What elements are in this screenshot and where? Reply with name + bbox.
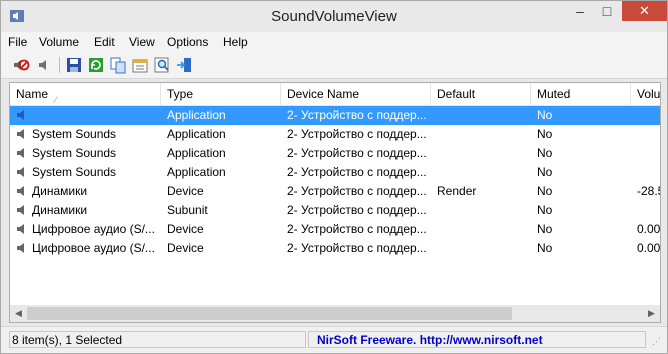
cell-muted: No	[537, 165, 553, 179]
menu-help[interactable]: Help	[223, 35, 248, 49]
cell-type: Application	[167, 108, 226, 122]
column-header-name[interactable]: Name ⁄	[10, 83, 161, 105]
column-header-volume[interactable]: Volu	[631, 83, 660, 105]
cell-volume	[631, 163, 660, 182]
cell-name: Цифровое аудио (S/...	[32, 222, 155, 236]
menu-view[interactable]: View	[129, 35, 155, 49]
column-header-muted[interactable]: Muted	[531, 83, 631, 105]
close-button[interactable]: ✕	[622, 1, 667, 21]
cell-volume	[631, 144, 660, 163]
cell-device-name: 2- Устройство с поддер...	[287, 165, 427, 179]
cell-muted: No	[537, 108, 553, 122]
cell-volume: -28.5	[637, 184, 660, 198]
save-icon[interactable]	[65, 56, 83, 74]
cell-device-name: 2- Устройство с поддер...	[287, 184, 427, 198]
column-header-default[interactable]: Default	[431, 83, 531, 105]
cell-device-name: 2- Устройство с поддер...	[287, 203, 427, 217]
title-bar[interactable]: SoundVolumeView – □ ✕	[1, 1, 667, 32]
cell-default	[431, 106, 531, 125]
cell-volume: 0.00	[637, 241, 660, 255]
menu-edit[interactable]: Edit	[94, 35, 115, 49]
horizontal-scrollbar[interactable]: ◀ ▶	[10, 305, 660, 322]
cell-default	[431, 239, 531, 258]
cell-device-name: 2- Устройство с поддер...	[287, 241, 427, 255]
cell-type: Application	[167, 127, 226, 141]
column-header-type[interactable]: Type	[161, 83, 281, 105]
menu-bar: File Volume Edit View Options Help	[1, 32, 667, 52]
cell-default	[431, 125, 531, 144]
cell-type: Device	[167, 241, 204, 255]
cell-muted: No	[537, 146, 553, 160]
scrollbar-thumb[interactable]	[27, 307, 512, 320]
cell-muted: No	[537, 203, 553, 217]
table-row[interactable]: System Sounds Application 2- Устройство с …	[10, 125, 660, 144]
resize-grip-icon[interactable]: ⋰	[652, 336, 664, 350]
cell-default	[431, 220, 531, 239]
cell-device-name: 2- Устройство с поддер...	[287, 146, 427, 160]
scroll-right-icon[interactable]: ▶	[643, 305, 660, 322]
table-row[interactable]: Application 2- Устройство с поддер... No	[10, 106, 660, 125]
cell-muted: No	[537, 127, 553, 141]
cell-device-name: 2- Устройство с поддер...	[287, 108, 427, 122]
table-row[interactable]: Динамики Subunit 2- Устройство с поддер...…	[10, 201, 660, 220]
cell-name: System Sounds	[32, 165, 117, 179]
cell-muted: No	[537, 222, 553, 236]
refresh-icon[interactable]	[87, 56, 105, 74]
cell-name: System Sounds	[32, 146, 117, 160]
table-row[interactable]: Цифровое аудио (S/... Device 2- Устройство…	[10, 239, 660, 258]
minimize-button[interactable]: –	[567, 1, 593, 21]
device-list[interactable]: Name ⁄ Type Device Name Default Muted Vo…	[9, 82, 661, 323]
cell-name: Динамики	[32, 184, 88, 198]
column-header-label: Name	[16, 87, 49, 101]
maximize-button[interactable]: □	[594, 1, 620, 21]
properties-icon[interactable]	[131, 56, 149, 74]
sort-indicator-icon: ⁄	[55, 95, 57, 105]
cell-type: Application	[167, 165, 226, 179]
cell-name	[26, 106, 161, 125]
copy-icon[interactable]	[109, 56, 127, 74]
cell-default	[431, 144, 531, 163]
cell-volume	[631, 125, 660, 144]
cell-type: Application	[167, 146, 226, 160]
cell-default: Render	[437, 184, 477, 198]
table-row[interactable]: Цифровое аудио (S/... Device 2- Устройство…	[10, 220, 660, 239]
menu-options[interactable]: Options	[167, 35, 208, 49]
cell-volume	[631, 201, 660, 220]
table-row[interactable]: Динамики Device 2- Устройство с поддер... R…	[10, 182, 660, 201]
cell-device-name: 2- Устройство с поддер...	[287, 127, 427, 141]
toolbar-separator	[59, 57, 60, 73]
status-bar: 8 item(s), 1 Selected NirSoft Freeware. …	[1, 326, 667, 353]
cell-name: Цифровое аудио (S/...	[32, 241, 155, 255]
cell-default	[431, 163, 531, 182]
table-row[interactable]: System Sounds Application 2- Устройство с …	[10, 144, 660, 163]
mute-speaker-icon[interactable]	[12, 56, 30, 74]
cell-type: Device	[167, 222, 204, 236]
status-item-count: 8 item(s), 1 Selected	[9, 331, 306, 348]
exit-icon[interactable]	[175, 56, 193, 74]
cell-name: Динамики	[32, 203, 88, 217]
cell-volume: 0.00	[637, 222, 660, 236]
cell-default	[431, 201, 531, 220]
find-icon[interactable]	[153, 56, 171, 74]
menu-volume[interactable]: Volume	[39, 35, 79, 49]
column-header-device-name[interactable]: Device Name	[281, 83, 431, 105]
toolbar	[1, 52, 667, 79]
speaker-icon[interactable]	[35, 56, 53, 74]
cell-muted: No	[537, 241, 553, 255]
list-header: Name ⁄ Type Device Name Default Muted Vo…	[10, 83, 660, 106]
nirsoft-link[interactable]: NirSoft Freeware. http://www.nirsoft.net	[308, 331, 646, 348]
scroll-left-icon[interactable]: ◀	[10, 305, 27, 322]
menu-file[interactable]: File	[8, 35, 27, 49]
cell-type: Subunit	[167, 203, 208, 217]
cell-volume	[631, 106, 660, 125]
cell-muted: No	[537, 184, 553, 198]
cell-name: System Sounds	[32, 127, 117, 141]
app-window: SoundVolumeView – □ ✕ File Volume Edit V…	[0, 0, 668, 354]
table-row[interactable]: System Sounds Application 2- Устройство с …	[10, 163, 660, 182]
cell-type: Device	[167, 184, 204, 198]
cell-device-name: 2- Устройство с поддер...	[287, 222, 427, 236]
